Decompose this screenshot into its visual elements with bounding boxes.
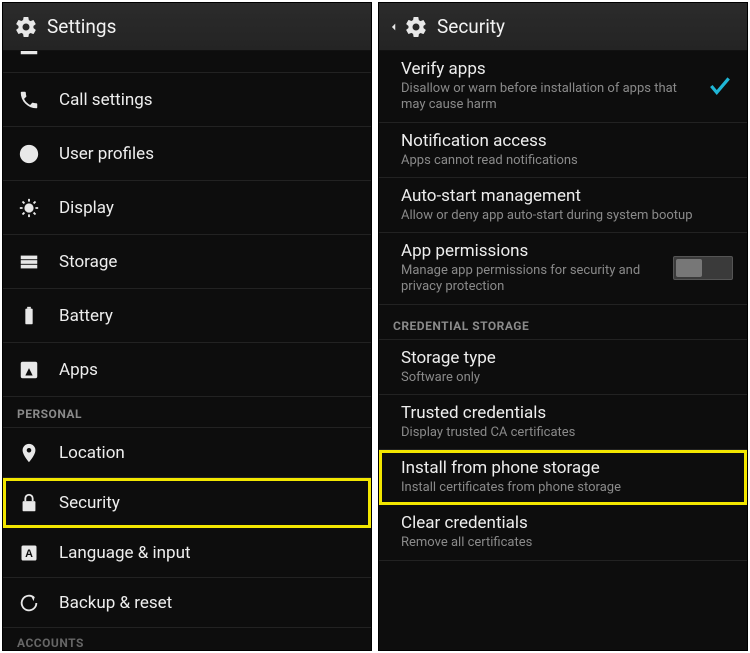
row-location[interactable]: Location — [3, 428, 371, 478]
row-subtitle: Disallow or warn before installation of … — [401, 81, 697, 114]
row-display[interactable]: Display — [3, 181, 371, 235]
settings-pane: Settings Home Call settings User profile… — [2, 2, 372, 651]
row-label: Language & input — [59, 543, 357, 563]
row-label: Call settings — [59, 90, 357, 110]
row-label: Auto-start management — [401, 186, 733, 206]
row-label: App permissions — [401, 241, 663, 261]
toggle-off[interactable]: O — [673, 256, 733, 280]
lock-icon — [17, 491, 41, 515]
security-list: Verify apps Disallow or warn before inst… — [379, 51, 747, 650]
row-auto-start[interactable]: Auto-start management Allow or deny app … — [379, 178, 747, 233]
row-subtitle: Software only — [401, 370, 733, 386]
checkbox-checked-icon[interactable] — [707, 73, 733, 99]
row-label: Home — [59, 51, 357, 56]
home-icon — [17, 51, 41, 58]
row-apps[interactable]: Apps — [3, 343, 371, 397]
svg-text:A: A — [25, 548, 33, 560]
section-personal: PERSONAL — [3, 397, 371, 428]
row-label: Backup & reset — [59, 593, 357, 613]
page-title: Security — [437, 15, 505, 38]
row-label: Notification access — [401, 131, 733, 151]
row-label: Verify apps — [401, 59, 697, 79]
row-subtitle: Manage app permissions for security and … — [401, 263, 663, 296]
row-subtitle: Display trusted CA certificates — [401, 425, 733, 441]
row-subtitle: Allow or deny app auto-start during syst… — [401, 208, 733, 224]
row-trusted-credentials[interactable]: Trusted credentials Display trusted CA c… — [379, 395, 747, 450]
row-install-from-storage[interactable]: Install from phone storage Install certi… — [379, 450, 747, 505]
gear-icon — [403, 14, 429, 40]
row-label: Location — [59, 443, 357, 463]
row-subtitle: Install certificates from phone storage — [401, 480, 733, 496]
actionbar-settings: Settings — [3, 3, 371, 51]
section-accounts: ACCOUNTS — [3, 628, 371, 650]
row-storage[interactable]: Storage — [3, 235, 371, 289]
row-label: User profiles — [59, 144, 357, 164]
row-storage-type[interactable]: Storage type Software only — [379, 340, 747, 395]
row-label: Security — [59, 493, 357, 513]
row-backup-reset[interactable]: Backup & reset — [3, 578, 371, 628]
backup-icon — [17, 591, 41, 615]
row-label: Storage type — [401, 348, 733, 368]
user-profiles-icon — [17, 142, 41, 166]
row-app-permissions[interactable]: App permissions Manage app permissions f… — [379, 233, 747, 305]
row-subtitle: Apps cannot read notifications — [401, 153, 733, 169]
battery-icon — [17, 304, 41, 328]
row-label: Storage — [59, 252, 357, 272]
section-credential-storage: CREDENTIAL STORAGE — [379, 305, 747, 340]
page-title: Settings — [47, 15, 116, 38]
row-battery[interactable]: Battery — [3, 289, 371, 343]
row-label: Install from phone storage — [401, 458, 733, 478]
back-icon[interactable] — [389, 18, 399, 36]
row-verify-apps[interactable]: Verify apps Disallow or warn before inst… — [379, 51, 747, 123]
gear-icon — [13, 14, 39, 40]
row-label: Battery — [59, 306, 357, 326]
location-icon — [17, 441, 41, 465]
settings-list: Home Call settings User profiles Display — [3, 51, 371, 650]
row-home[interactable]: Home — [3, 51, 371, 73]
display-icon — [17, 196, 41, 220]
row-language-input[interactable]: A Language & input — [3, 528, 371, 578]
phone-icon — [17, 88, 41, 112]
row-label: Apps — [59, 360, 357, 380]
language-icon: A — [17, 541, 41, 565]
storage-icon — [17, 250, 41, 274]
row-security[interactable]: Security — [3, 478, 371, 528]
apps-icon — [17, 358, 41, 382]
security-pane: Security Verify apps Disallow or warn be… — [378, 2, 748, 651]
row-user-profiles[interactable]: User profiles — [3, 127, 371, 181]
row-label: Trusted credentials — [401, 403, 733, 423]
row-label: Clear credentials — [401, 513, 733, 533]
actionbar-security: Security — [379, 3, 747, 51]
row-notification-access[interactable]: Notification access Apps cannot read not… — [379, 123, 747, 178]
row-clear-credentials[interactable]: Clear credentials Remove all certificate… — [379, 505, 747, 560]
row-label: Display — [59, 198, 357, 218]
row-call-settings[interactable]: Call settings — [3, 73, 371, 127]
row-subtitle: Remove all certificates — [401, 535, 733, 551]
